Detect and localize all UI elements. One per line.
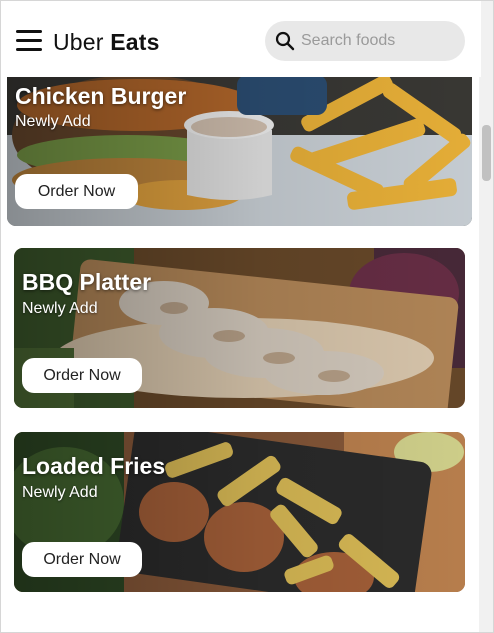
food-card-chicken-burger[interactable]: Chicken Burger Newly Add Order Now xyxy=(7,77,472,226)
menu-bar xyxy=(16,48,42,51)
top-header: Uber Eats xyxy=(1,1,481,77)
order-now-button[interactable]: Order Now xyxy=(22,358,142,393)
food-subtitle: Newly Add xyxy=(22,484,98,501)
vertical-scrollbar[interactable] xyxy=(479,1,493,632)
food-subtitle: Newly Add xyxy=(22,300,98,317)
order-now-button[interactable]: Order Now xyxy=(15,174,138,209)
menu-bar xyxy=(16,30,42,33)
brand-light-text: Uber xyxy=(53,29,104,55)
food-title: Chicken Burger xyxy=(15,83,187,109)
food-title: Loaded Fries xyxy=(22,453,166,479)
food-title: BBQ Platter xyxy=(22,269,152,295)
search-input[interactable] xyxy=(301,21,459,61)
food-card-loaded-fries[interactable]: Loaded Fries Newly Add Order Now xyxy=(14,432,465,592)
order-now-button[interactable]: Order Now xyxy=(22,542,142,577)
search-icon[interactable] xyxy=(275,31,295,51)
brand-logo[interactable]: Uber Eats xyxy=(53,29,160,56)
hamburger-menu-icon[interactable] xyxy=(16,29,42,53)
search-bar[interactable] xyxy=(265,21,465,61)
food-subtitle: Newly Add xyxy=(15,113,91,130)
food-list[interactable]: Chicken Burger Newly Add Order Now BBQ P… xyxy=(1,77,481,632)
scrollbar-thumb[interactable] xyxy=(482,125,491,181)
menu-bar xyxy=(16,39,42,42)
food-card-bbq-platter[interactable]: BBQ Platter Newly Add Order Now xyxy=(14,248,465,408)
app-window: Chicken Burger Newly Add Order Now BBQ P… xyxy=(0,0,494,633)
brand-bold-text: Eats xyxy=(110,29,160,55)
